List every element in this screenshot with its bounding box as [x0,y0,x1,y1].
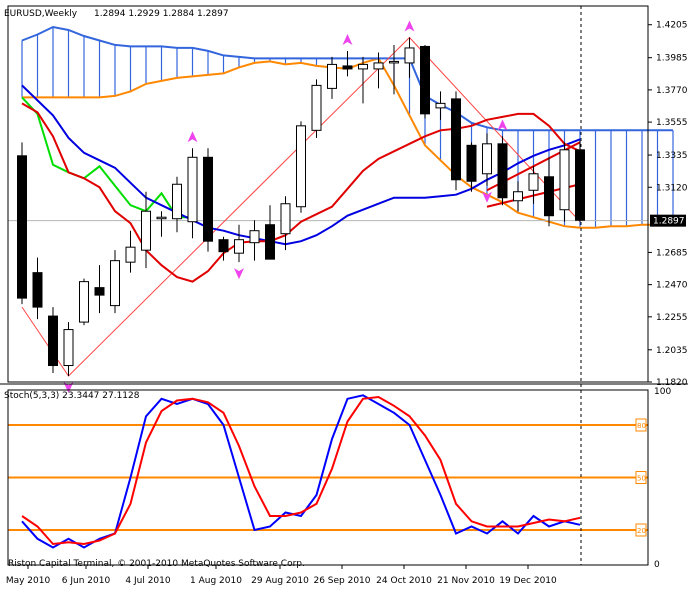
bearish-candle [218,239,229,253]
time-tick-label: 24 Oct 2010 [376,576,432,586]
bullish-candle [311,84,322,131]
bearish-candle [17,155,27,299]
bullish-candle [234,239,244,254]
price-tick-label: 1.2035 [656,346,688,356]
price-tick-label: 1.2685 [656,248,688,258]
bearish-candle [451,98,461,181]
chart-canvas: 80 50 20 1.4205 1.3985 1.3770 1.3555 1.3335 1.3… [0,0,688,594]
bullish-candle [296,125,306,208]
stoch-level-label: 20 [637,527,646,535]
price-tick-label: 1.3120 [656,183,688,193]
bearish-candle [575,149,585,221]
bullish-candle [125,246,136,263]
bearish-candle [48,315,58,367]
price-chart-title: EURUSD,Weekly [4,9,78,19]
bullish-candle [141,210,151,251]
time-tick-label: 4 Jul 2010 [125,576,170,586]
stoch-level-label: 80 [637,422,646,430]
bullish-candle [404,47,415,64]
bearish-candle [94,287,105,296]
bullish-candle [389,60,399,64]
bullish-candle [358,63,368,70]
current-price-label: 1.2897 [653,217,685,227]
bullish-candle [327,63,337,89]
bearish-candle [203,156,213,242]
bullish-candle [559,149,570,211]
bearish-candle [466,144,477,182]
bullish-candle [187,156,198,223]
bullish-candle [513,191,523,202]
bearish-candle [265,224,275,260]
price-tick-label: 1.3335 [656,151,688,161]
bearish-candle [544,176,554,217]
time-tick-label: 1 Aug 2010 [190,576,242,586]
time-tick-label: 26 Sep 2010 [313,576,370,586]
time-tick-label: 19 Dec 2010 [499,576,557,586]
price-tick-label: 1.2470 [656,281,688,291]
bullish-candle [435,102,446,109]
time-tick-label: May 2010 [6,576,51,586]
price-tick-label: 1.2255 [656,313,688,323]
bullish-candle [373,62,384,70]
bearish-candle [342,65,353,70]
bullish-candle [79,281,89,323]
bullish-candle [528,173,539,191]
price-tick-label: 1.4205 [656,21,688,31]
stochastic-title: Stoch(5,3,3) 23.3447 27.1128 [4,391,140,401]
copyright-footer: Riston Capital Terminal, © 2001-2010 Met… [8,559,305,569]
bullish-candle [63,329,74,367]
bullish-candle [280,203,291,235]
price-tick-label: 1.3985 [656,54,688,64]
bullish-candle [156,216,167,220]
bullish-candle [249,230,260,244]
bearish-candle [497,143,508,199]
stoch-tick-label: 100 [654,387,671,397]
bullish-candle [172,183,182,220]
price-tick-label: 1.3555 [656,118,688,128]
bearish-candle [420,45,430,115]
ohlc-readout: 1.2894 1.2929 1.2884 1.2897 [94,9,229,19]
bullish-candle [482,143,492,175]
chart-background [0,0,688,594]
bearish-candle [32,272,43,308]
stoch-tick-label: 0 [654,560,660,570]
time-tick-label: 29 Aug 2010 [251,576,309,586]
price-tick-label: 1.3770 [656,86,688,96]
bullish-candle [110,260,120,307]
time-tick-label: 6 Jun 2010 [62,576,111,586]
time-tick-label: 21 Nov 2010 [437,576,495,586]
stoch-level-label: 50 [637,475,646,483]
